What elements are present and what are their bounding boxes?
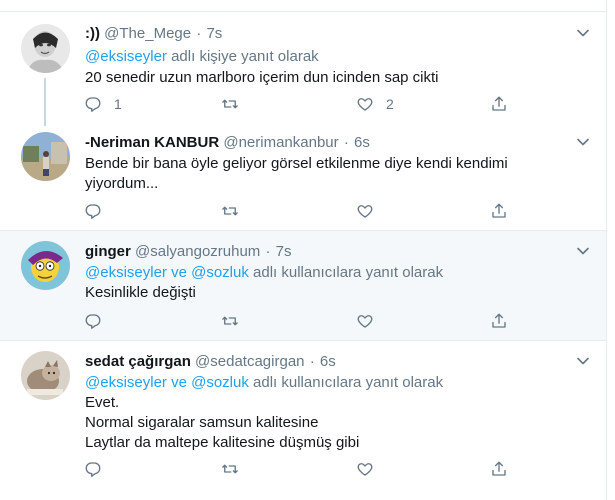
timestamp[interactable]: 7s <box>276 243 292 260</box>
avatar[interactable] <box>21 24 70 73</box>
retweet-button[interactable] <box>220 201 252 221</box>
tweet[interactable]: ginger @salyangozruhum · 7s @eksiseyler … <box>0 231 606 341</box>
tweet-text-line: Laytlar da maltepe kalitesine düşmüş gib… <box>85 434 360 451</box>
separator-dot: · <box>343 134 349 151</box>
tweet-header: :)) @The_Mege · 7s <box>85 25 222 43</box>
heart-icon <box>357 463 373 476</box>
like-count: 2 <box>386 96 394 112</box>
action-bar <box>84 311 524 331</box>
display-name[interactable]: ginger <box>85 243 131 260</box>
display-name[interactable]: :)) <box>85 25 100 42</box>
action-bar <box>84 459 524 479</box>
reply-button[interactable] <box>84 459 114 479</box>
timestamp[interactable]: 7s <box>206 25 222 42</box>
separator-dot: · <box>265 243 271 260</box>
user-handle[interactable]: @The_Mege <box>104 25 191 42</box>
reply-context: @eksiseyler adlı kişiye yanıt olarak <box>85 48 319 66</box>
thread-connector <box>44 78 46 126</box>
share-icon <box>492 203 506 218</box>
timestamp[interactable]: 6s <box>354 134 370 151</box>
mention-link[interactable]: @eksiseyler ve @sozluk <box>85 264 249 281</box>
reply-context: @eksiseyler ve @sozluk adlı kullanıcılar… <box>85 374 443 392</box>
tweet-text-line: Normal sigaralar samsun kalitesine <box>85 414 319 431</box>
reply-icon <box>85 314 101 329</box>
chevron-down-icon[interactable] <box>576 244 590 258</box>
tweet-text-line: 20 senedir uzun marlboro içerim dun icin… <box>85 69 439 86</box>
share-button[interactable] <box>490 311 508 331</box>
reply-button[interactable] <box>84 201 114 221</box>
tweet[interactable]: -Neriman KANBUR @nerimankanbur · 6s Bend… <box>0 122 606 231</box>
tweet-text: Evet. Normal sigaralar samsun kalitesine… <box>85 393 525 453</box>
separator-dot: · <box>309 353 315 370</box>
retweet-button[interactable] <box>220 94 252 114</box>
tweet-text: Kesinlikle değişti <box>85 283 525 303</box>
retweet-icon <box>222 206 238 216</box>
share-icon <box>492 461 506 476</box>
tweet-text: 20 senedir uzun marlboro içerim dun icin… <box>85 68 525 88</box>
timestamp[interactable]: 6s <box>320 353 336 370</box>
chevron-down-icon[interactable] <box>576 135 590 149</box>
retweet-icon <box>222 99 238 109</box>
like-button[interactable]: 2 <box>356 94 394 114</box>
reply-context-text: adlı kullanıcılara yanıt olarak <box>248 374 444 391</box>
reply-icon <box>85 204 101 219</box>
avatar[interactable] <box>21 132 70 181</box>
column-border <box>606 0 607 500</box>
reply-icon <box>85 97 101 112</box>
action-bar <box>84 201 524 221</box>
retweet-button[interactable] <box>220 459 252 479</box>
retweet-button[interactable] <box>220 311 252 331</box>
display-name[interactable]: sedat çağırgan <box>85 353 191 370</box>
like-button[interactable] <box>356 311 386 331</box>
mention-link[interactable]: @eksiseyler <box>85 48 167 65</box>
chevron-down-icon[interactable] <box>576 26 590 40</box>
action-bar: 1 2 <box>84 94 524 114</box>
retweet-icon <box>222 464 238 474</box>
like-button[interactable] <box>356 459 386 479</box>
share-icon <box>492 96 506 111</box>
user-handle[interactable]: @sedatcagirgan <box>195 353 304 370</box>
tweet-text-line: Evet. <box>85 394 120 411</box>
tweet-text-line: yiyordum... <box>85 175 159 192</box>
reply-context-text: adlı kullanıcılara yanıt olarak <box>248 264 444 281</box>
user-handle[interactable]: @nerimankanbur <box>223 134 338 151</box>
reply-context: @eksiseyler ve @sozluk adlı kullanıcılar… <box>85 264 443 282</box>
avatar[interactable] <box>21 351 70 400</box>
tweet-text: Bende bir bana öyle geliyor görsel etkil… <box>85 154 525 194</box>
tweet-header: sedat çağırgan @sedatcagirgan · 6s <box>85 353 336 371</box>
heart-icon <box>357 205 373 218</box>
chevron-down-icon[interactable] <box>576 354 590 368</box>
reply-icon <box>85 462 101 477</box>
reply-context-text: adlı kişiye yanıt olarak <box>166 48 319 65</box>
tweet-header: -Neriman KANBUR @nerimankanbur · 6s <box>85 134 370 152</box>
tweet[interactable]: sedat çağırgan @sedatcagirgan · 6s @eksi… <box>0 341 606 500</box>
user-handle[interactable]: @salyangozruhum <box>135 243 260 260</box>
like-button[interactable] <box>356 201 386 221</box>
heart-icon <box>357 98 373 111</box>
display-name[interactable]: -Neriman KANBUR <box>85 134 219 151</box>
retweet-icon <box>222 316 238 326</box>
reply-count: 1 <box>114 96 122 112</box>
tweet-text-line: Kesinlikle değişti <box>85 284 196 301</box>
reply-button[interactable] <box>84 311 114 331</box>
share-icon <box>492 313 506 328</box>
share-button[interactable] <box>490 94 508 114</box>
tweet-text-line: Bende bir bana öyle geliyor görsel etkil… <box>85 155 508 172</box>
tweet[interactable]: :)) @The_Mege · 7s @eksiseyler adlı kişi… <box>0 12 606 126</box>
heart-icon <box>357 315 373 328</box>
mention-link[interactable]: @eksiseyler ve @sozluk <box>85 374 249 391</box>
share-button[interactable] <box>490 201 508 221</box>
share-button[interactable] <box>490 459 508 479</box>
separator-dot: · <box>196 25 202 42</box>
reply-button[interactable]: 1 <box>84 94 122 114</box>
avatar[interactable] <box>21 241 70 290</box>
tweet-header: ginger @salyangozruhum · 7s <box>85 243 292 261</box>
